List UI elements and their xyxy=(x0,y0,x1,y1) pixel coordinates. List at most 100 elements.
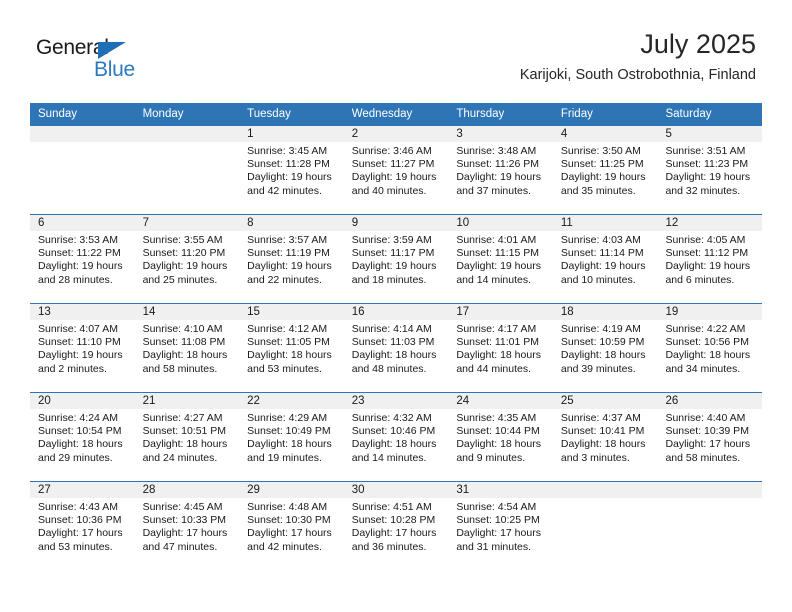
calendar-day-cell[interactable]: 22 Sunrise: 4:29 AM Sunset: 10:49 PM Daylig… xyxy=(239,393,344,481)
sunrise-text: Sunrise: 3:51 AM xyxy=(665,145,746,157)
day-sun-info: Sunrise: 4:03 AM Sunset: 11:14 PM Daylight… xyxy=(553,231,658,287)
day-sun-info: Sunrise: 4:01 AM Sunset: 11:15 PM Daylight… xyxy=(448,231,553,287)
weekday-header-saturday: Saturday xyxy=(665,108,712,120)
calendar-day-cell[interactable]: 23 Sunrise: 4:32 AM Sunset: 10:46 PM Daylig… xyxy=(343,393,449,481)
day-sun-info: Sunrise: 3:46 AM Sunset: 11:27 PM Daylight… xyxy=(344,142,449,198)
calendar-day-cell[interactable]: 1 Sunrise: 3:45 AM Sunset: 11:28 PM Dayligh… xyxy=(239,126,344,214)
general-blue-logo[interactable]: General Blue xyxy=(36,36,156,82)
daylight-text-line1: Daylight: 19 hours xyxy=(38,260,123,273)
calendar-day-cell[interactable]: 16 Sunrise: 4:14 AM Sunset: 11:03 PM Daylig… xyxy=(343,304,449,392)
calendar-day-cell[interactable]: 24 Sunrise: 4:35 AM Sunset: 10:44 PM Daylig… xyxy=(448,393,553,481)
day-number: 2 xyxy=(343,126,449,142)
sunrise-text: Sunrise: 4:48 AM xyxy=(247,501,328,513)
daylight-text-line2: and 40 minutes. xyxy=(351,184,427,197)
sunset-text: Sunset: 11:20 PM xyxy=(142,247,226,260)
calendar-day-cell[interactable]: 3 Sunrise: 3:48 AM Sunset: 11:26 PM Dayligh… xyxy=(448,126,553,214)
calendar-day-cell[interactable]: 27 Sunrise: 4:43 AM Sunset: 10:36 PM Daylig… xyxy=(30,482,135,570)
sunset-text: Sunset: 11:12 PM xyxy=(665,247,749,260)
weekday-header-monday: Monday xyxy=(142,108,184,120)
calendar-day-cell[interactable]: 5 Sunrise: 3:51 AM Sunset: 11:23 PM Dayligh… xyxy=(657,126,763,214)
location-subtitle: Karijoki, South Ostrobothnia, Finland xyxy=(519,67,756,83)
day-sun-info: Sunrise: 4:10 AM Sunset: 11:08 PM Daylight… xyxy=(135,320,240,376)
sunrise-text: Sunrise: 4:27 AM xyxy=(142,412,223,424)
sunrise-text: Sunrise: 4:17 AM xyxy=(456,323,537,335)
daylight-text-line1: Daylight: 19 hours xyxy=(665,171,751,184)
calendar-day-cell[interactable]: 17 Sunrise: 4:17 AM Sunset: 11:01 PM Daylig… xyxy=(448,304,553,392)
calendar-day-cell[interactable]: 12 Sunrise: 4:05 AM Sunset: 11:12 PM Daylig… xyxy=(657,215,763,303)
calendar-day-cell[interactable]: 20 Sunrise: 4:24 AM Sunset: 10:54 PM Daylig… xyxy=(30,393,135,481)
calendar-day-cell[interactable]: 2 Sunrise: 3:46 AM Sunset: 11:27 PM Dayligh… xyxy=(343,126,449,214)
sunrise-text: Sunrise: 4:22 AM xyxy=(665,323,746,335)
day-number: 8 xyxy=(239,215,344,231)
weekday-header-sunday: Sunday xyxy=(38,108,78,120)
day-sun-info: Sunrise: 3:53 AM Sunset: 11:22 PM Daylight… xyxy=(30,231,135,287)
daylight-text-line1: Daylight: 18 hours xyxy=(665,349,751,362)
daylight-text-line1: Daylight: 17 hours xyxy=(247,527,332,540)
day-sun-info: Sunrise: 4:45 AM Sunset: 10:33 PM Daylight… xyxy=(135,498,240,554)
calendar-day-cell[interactable]: 4 Sunrise: 3:50 AM Sunset: 11:25 PM Dayligh… xyxy=(552,126,658,214)
sunrise-text: Sunrise: 4:24 AM xyxy=(38,412,118,424)
calendar-day-cell[interactable]: 6 Sunrise: 3:53 AM Sunset: 11:22 PM Dayligh… xyxy=(30,215,135,303)
day-number: 28 xyxy=(134,482,240,498)
daylight-text-line1: Daylight: 18 hours xyxy=(456,349,541,362)
calendar-day-cell[interactable]: 14 Sunrise: 4:10 AM Sunset: 11:08 PM Daylig… xyxy=(134,304,240,392)
day-number: 14 xyxy=(134,304,240,320)
day-sun-info: Sunrise: 3:45 AM Sunset: 11:28 PM Daylight… xyxy=(239,142,344,198)
title-block: July 2025 Karijoki, South Ostrobothnia, … xyxy=(520,28,756,85)
day-sun-info: Sunrise: 4:37 AM Sunset: 10:41 PM Daylight… xyxy=(553,409,658,465)
sunrise-text: Sunrise: 3:46 AM xyxy=(351,145,432,157)
sunrise-text: Sunrise: 4:43 AM xyxy=(38,501,118,513)
calendar-day-cell[interactable]: 7 Sunrise: 3:55 AM Sunset: 11:20 PM Dayligh… xyxy=(134,215,240,303)
calendar-day-cell[interactable]: 19 Sunrise: 4:22 AM Sunset: 10:56 PM Daylig… xyxy=(657,304,763,392)
day-number: 29 xyxy=(239,482,344,498)
calendar-day-cell[interactable]: 13 Sunrise: 4:07 AM Sunset: 11:10 PM Daylig… xyxy=(30,304,135,392)
daylight-text-line2: and 14 minutes. xyxy=(351,451,427,464)
calendar-day-cell[interactable]: 18 Sunrise: 4:19 AM Sunset: 10:59 PM Daylig… xyxy=(552,304,658,392)
daylight-text-line2: and 42 minutes. xyxy=(247,184,322,197)
calendar-week-cells: 13 Sunrise: 4:07 AM Sunset: 11:10 PM Daylig… xyxy=(30,304,763,392)
calendar-day-cell[interactable]: 21 Sunrise: 4:27 AM Sunset: 10:51 PM Daylig… xyxy=(134,393,240,481)
calendar-day-cell[interactable]: 30 Sunrise: 4:51 AM Sunset: 10:28 PM Daylig… xyxy=(343,482,449,570)
daylight-text-line1: Daylight: 18 hours xyxy=(38,438,123,451)
daylight-text-line1: Daylight: 19 hours xyxy=(560,171,646,184)
sunset-text: Sunset: 10:36 PM xyxy=(38,514,122,527)
day-sun-info: Sunrise: 3:48 AM Sunset: 11:26 PM Daylight… xyxy=(448,142,553,198)
sunrise-text: Sunrise: 4:54 AM xyxy=(456,501,537,513)
calendar-day-cell[interactable]: 28 Sunrise: 4:45 AM Sunset: 10:33 PM Daylig… xyxy=(134,482,240,570)
calendar-day-cell[interactable]: 8 Sunrise: 3:57 AM Sunset: 11:19 PM Dayligh… xyxy=(239,215,344,303)
sunset-text: Sunset: 10:44 PM xyxy=(456,425,540,438)
calendar-day-cell[interactable]: 9 Sunrise: 3:59 AM Sunset: 11:17 PM Dayligh… xyxy=(343,215,449,303)
calendar-day-cell[interactable]: 31 Sunrise: 4:54 AM Sunset: 10:25 PM Daylig… xyxy=(448,482,553,570)
weekday-header-wednesday: Wednesday xyxy=(351,108,413,120)
day-sun-info: Sunrise: 4:22 AM Sunset: 10:56 PM Daylight… xyxy=(657,320,762,376)
sunset-text: Sunset: 10:54 PM xyxy=(38,425,122,438)
daylight-text-line2: and 2 minutes. xyxy=(38,362,107,375)
day-number: 9 xyxy=(343,215,449,231)
sunrise-text: Sunrise: 4:05 AM xyxy=(665,234,746,246)
calendar-day-cell[interactable]: 10 Sunrise: 4:01 AM Sunset: 11:15 PM Daylig… xyxy=(448,215,553,303)
day-number: 22 xyxy=(239,393,344,409)
calendar-day-cell[interactable]: 15 Sunrise: 4:12 AM Sunset: 11:05 PM Daylig… xyxy=(239,304,344,392)
daylight-text-line1: Daylight: 19 hours xyxy=(456,171,541,184)
calendar-day-cell[interactable]: 11 Sunrise: 4:03 AM Sunset: 11:14 PM Daylig… xyxy=(552,215,658,303)
day-sun-info: Sunrise: 3:59 AM Sunset: 11:17 PM Daylight… xyxy=(344,231,449,287)
sunrise-text: Sunrise: 4:45 AM xyxy=(142,501,223,513)
calendar-day-cell[interactable]: 26 Sunrise: 4:40 AM Sunset: 10:39 PM Daylig… xyxy=(657,393,763,481)
sunset-text: Sunset: 10:41 PM xyxy=(560,425,645,438)
daylight-text-line2: and 25 minutes. xyxy=(142,273,218,286)
day-sun-info: Sunrise: 4:48 AM Sunset: 10:30 PM Daylight… xyxy=(239,498,344,554)
calendar-day-cell[interactable]: 29 Sunrise: 4:48 AM Sunset: 10:30 PM Daylig… xyxy=(239,482,344,570)
daylight-text-line1: Daylight: 18 hours xyxy=(351,438,437,451)
sunset-text: Sunset: 11:19 PM xyxy=(247,247,330,260)
daylight-text-line1: Daylight: 19 hours xyxy=(142,260,228,273)
daylight-text-line1: Daylight: 19 hours xyxy=(351,171,437,184)
sunrise-text: Sunrise: 4:19 AM xyxy=(560,323,641,335)
day-sun-info: Sunrise: 4:43 AM Sunset: 10:36 PM Daylight… xyxy=(30,498,135,554)
day-number: 1 xyxy=(239,126,344,142)
daylight-text-line1: Daylight: 17 hours xyxy=(142,527,228,540)
sunrise-text: Sunrise: 3:57 AM xyxy=(247,234,328,246)
daylight-text-line2: and 24 minutes. xyxy=(142,451,218,464)
day-number: 10 xyxy=(448,215,553,231)
calendar-day-cell[interactable]: 25 Sunrise: 4:37 AM Sunset: 10:41 PM Daylig… xyxy=(552,393,658,481)
daylight-text-line1: Daylight: 19 hours xyxy=(38,349,123,362)
